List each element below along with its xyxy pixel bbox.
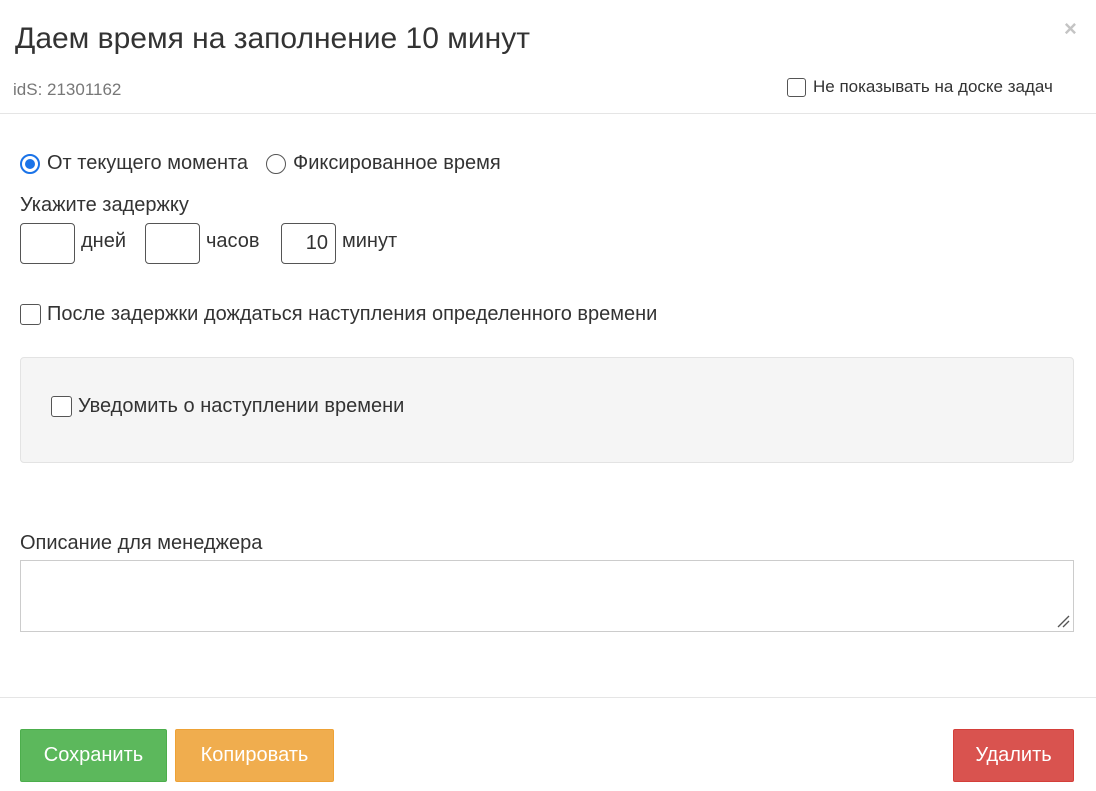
delay-label: Укажите задержку — [20, 194, 189, 216]
wait-after-delay-label: После задержки дождаться наступления опр… — [47, 303, 658, 325]
wait-after-delay-toggle[interactable]: После задержки дождаться наступления опр… — [20, 303, 657, 326]
wait-after-delay-checkbox[interactable] — [20, 304, 41, 325]
hide-on-board-label: Не показывать на доске задач — [813, 77, 1053, 96]
hours-input[interactable] — [145, 223, 200, 264]
timing-mode-group: От текущего момента Фиксированное время — [20, 152, 501, 175]
close-icon[interactable]: × — [1064, 14, 1077, 44]
radio-fixed-time[interactable] — [266, 153, 287, 174]
resize-grip-icon[interactable] — [1056, 614, 1070, 628]
hide-on-board-checkbox[interactable] — [787, 77, 806, 97]
minutes-unit: минут — [342, 230, 398, 252]
radio-current-moment-label[interactable]: От текущего момента — [47, 152, 248, 175]
footer-divider — [0, 697, 1096, 698]
modal-title: Даем время на заполнение 10 минут — [15, 22, 530, 55]
record-id: idS: 21301162 — [13, 80, 122, 99]
description-label: Описание для менеджера — [20, 532, 263, 554]
delete-button[interactable]: Удалить — [953, 729, 1074, 782]
notify-label: Уведомить о наступлении времени — [78, 395, 405, 417]
save-button[interactable]: Сохранить — [20, 729, 167, 782]
days-unit: дней — [81, 230, 127, 252]
copy-button[interactable]: Копировать — [175, 729, 334, 782]
days-input[interactable] — [20, 223, 75, 264]
description-textarea[interactable] — [20, 560, 1074, 632]
hide-on-board-toggle[interactable]: Не показывать на доске задач — [787, 77, 1053, 97]
notify-toggle[interactable]: Уведомить о наступлении времени — [51, 395, 404, 418]
modal-header: Даем время на заполнение 10 минут × idS:… — [0, 0, 1096, 114]
hours-unit: часов — [206, 230, 260, 252]
radio-fixed-time-label[interactable]: Фиксированное время — [293, 152, 501, 175]
notify-checkbox[interactable] — [51, 396, 72, 417]
radio-current-moment[interactable] — [20, 153, 40, 174]
notify-panel: Уведомить о наступлении времени — [20, 357, 1074, 463]
minutes-input[interactable]: 10 — [281, 223, 336, 264]
